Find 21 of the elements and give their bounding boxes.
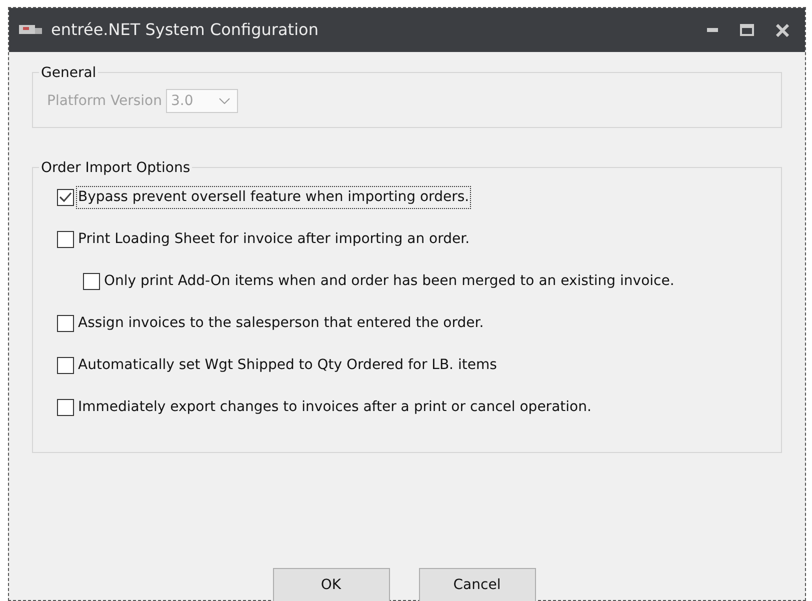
checkbox[interactable] [57,230,74,248]
option-label[interactable]: Only print Add-On items when and order has been merged to an existing invoice. [103,270,676,292]
option-label[interactable]: Immediately export changes to invoices after a print or cancel operation. [77,396,592,418]
checkbox[interactable] [57,314,74,332]
checkbox[interactable] [57,398,74,416]
checkbox[interactable] [57,188,74,206]
dialog-button[interactable]: Cancel [418,568,536,601]
checkbox[interactable] [83,272,100,290]
dialog-button[interactable]: OK [272,568,390,601]
option-label[interactable]: Bypass prevent oversell feature when importing orders. [77,186,470,208]
window-title: entrée.NET System Configuration [51,19,318,41]
chevron-down-icon [218,98,230,104]
close-icon[interactable] [776,24,789,36]
checkmark-icon [59,192,72,202]
checkbox[interactable] [57,356,74,374]
maximize-icon[interactable] [740,24,754,36]
option-label[interactable]: Assign invoices to the salesperson that entered the order. [77,312,485,334]
truck-icon [19,24,43,36]
option-label[interactable]: Automatically set Wgt Shipped to Qty Ordered for LB. items [77,354,498,376]
field-label: Platform Version [47,92,162,110]
option-label[interactable]: Print Loading Sheet for invoice after importing an order. [77,228,471,250]
